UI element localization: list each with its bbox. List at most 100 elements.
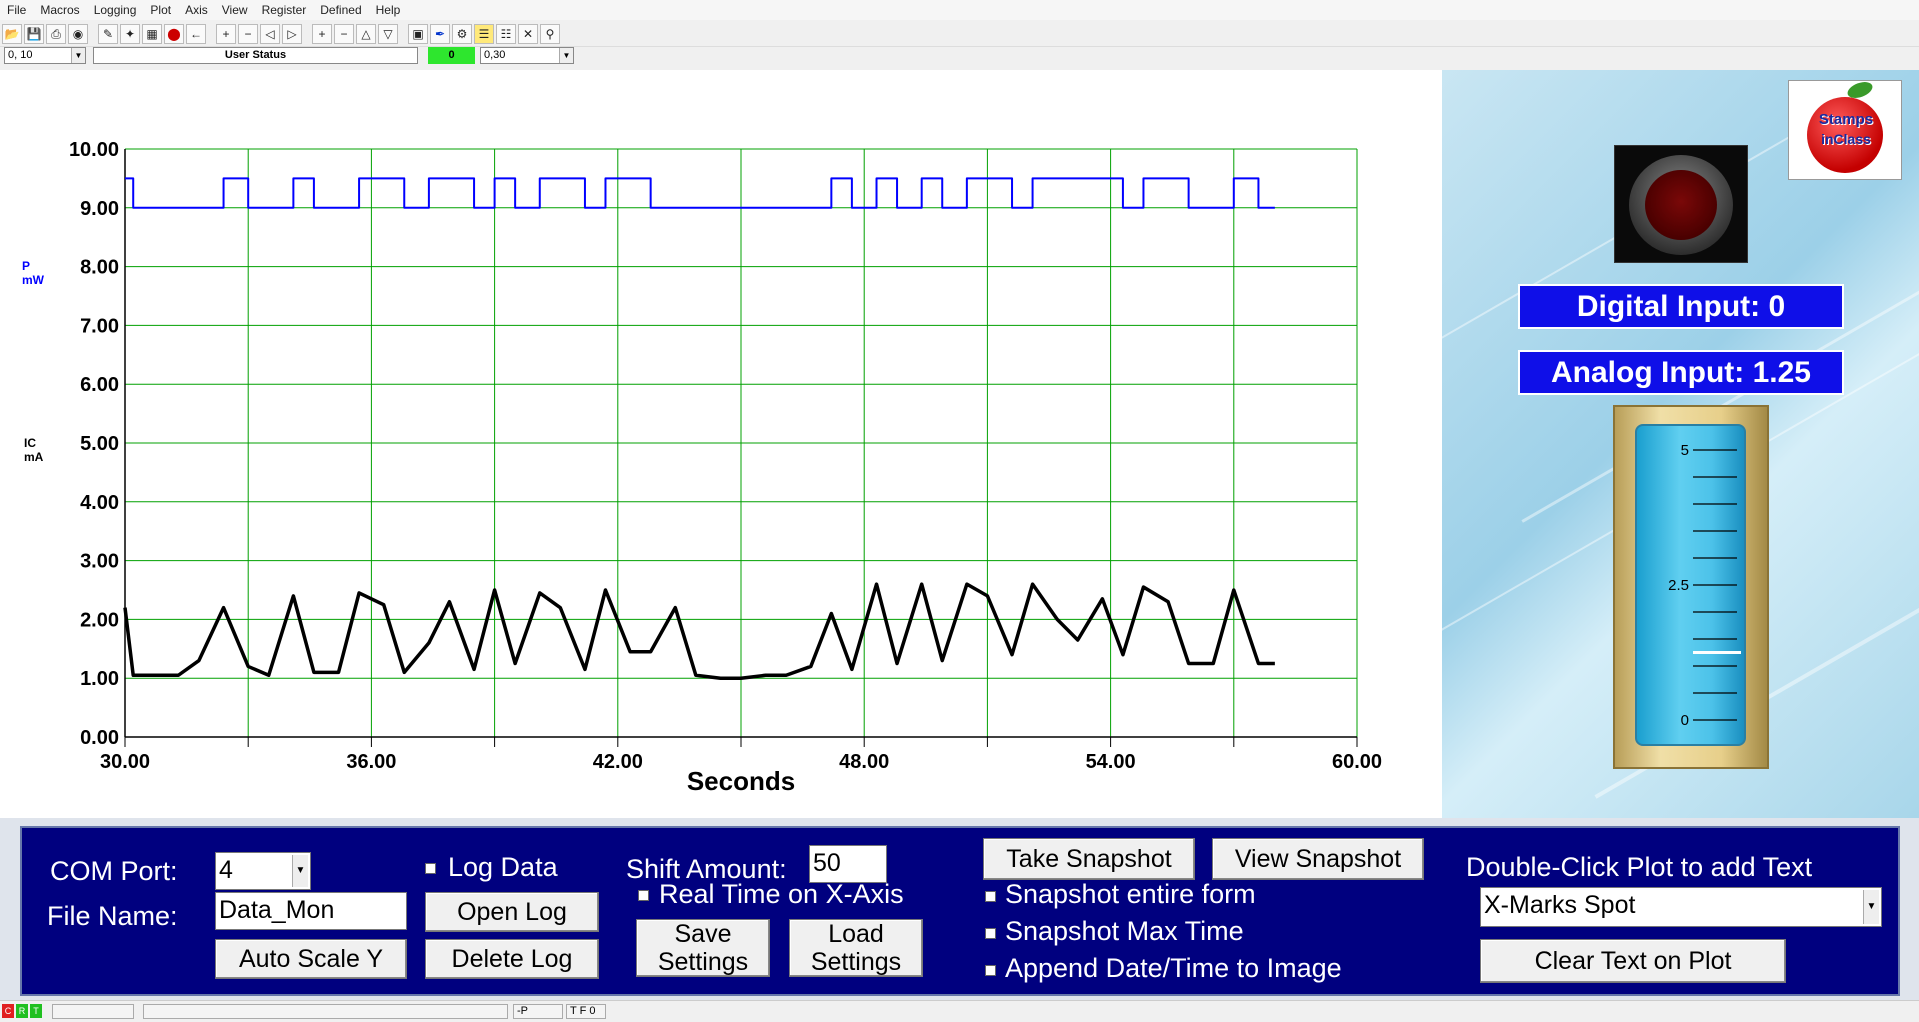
series-line-p <box>125 177 1275 209</box>
clear-text-button[interactable]: Clear Text on Plot <box>1480 939 1786 983</box>
y-tick-label: 6.00 <box>80 374 119 396</box>
file-name-label: File Name: <box>47 901 178 931</box>
y-tick-label: 9.00 <box>80 198 119 220</box>
plot-text-select[interactable]: X-Marks Spot ▼ <box>1480 887 1882 927</box>
real-time-label: Real Time on X-Axis <box>659 879 904 909</box>
shift-x-right-icon[interactable]: ▷ <box>282 23 302 44</box>
led-core <box>1645 170 1717 240</box>
y-tick-label: 5.00 <box>80 433 119 455</box>
stampsinclass-logo: Stamps inClass <box>1788 78 1902 180</box>
zoom-out-y-icon[interactable]: − <box>334 23 354 44</box>
menu-defined[interactable]: Defined <box>313 3 368 17</box>
shift-y-up-icon[interactable]: △ <box>356 23 376 44</box>
combo-right-value: 0,30 <box>484 49 506 61</box>
search-icon[interactable]: ⚲ <box>540 23 560 44</box>
calc-icon[interactable]: ▦ <box>142 23 162 44</box>
menu-bar: File Macros Logging Plot Axis View Regis… <box>0 0 1919 20</box>
series-unit-ic: mA <box>24 450 44 464</box>
y-tick-label: 10.00 <box>69 139 119 161</box>
shift-amount-input[interactable]: 50 <box>809 845 887 883</box>
log-data-checkbox[interactable] <box>425 863 436 874</box>
arrow-left-icon[interactable]: ← <box>186 23 206 44</box>
zoom-in-x-icon[interactable]: + <box>216 23 236 44</box>
snapshot-entire-label: Snapshot entire form <box>1005 879 1256 909</box>
snapshot-entire-checkbox[interactable] <box>985 891 996 902</box>
zoom-out-x-icon[interactable]: − <box>238 23 258 44</box>
plot-area[interactable]: 10.00 9.00 8.00 7.00 6.00 5.00 4.00 3.00 2.00 1.0… <box>0 70 1442 818</box>
status-tf-box: T F 0 <box>566 1004 606 1019</box>
append-date-checkbox[interactable] <box>985 965 996 976</box>
shift-x-left-icon[interactable]: ◁ <box>260 23 280 44</box>
camera-icon[interactable]: ◉ <box>68 23 88 44</box>
status-bar: C R T -P T F 0 <box>0 1000 1919 1022</box>
menu-logging[interactable]: Logging <box>87 3 144 17</box>
digital-led-indicator <box>1614 145 1748 263</box>
menu-help[interactable]: Help <box>369 3 408 17</box>
take-snapshot-button[interactable]: Take Snapshot <box>983 838 1195 880</box>
menu-macros[interactable]: Macros <box>33 3 86 17</box>
app-window: File Macros Logging Plot Axis View Regis… <box>0 0 1919 1022</box>
gauge-min-label: 0 <box>1681 712 1689 729</box>
y-tick-label: 8.00 <box>80 257 119 279</box>
view-snapshot-button[interactable]: View Snapshot <box>1212 838 1424 880</box>
menu-file[interactable]: File <box>0 3 33 17</box>
stop-icon[interactable]: ⬤ <box>164 23 184 44</box>
menu-register[interactable]: Register <box>255 3 314 17</box>
com-port-select[interactable]: 4 ▼ <box>215 852 311 890</box>
menu-axis[interactable]: Axis <box>178 3 215 17</box>
note-icon[interactable]: ☰ <box>474 23 494 44</box>
chevron-down-icon[interactable]: ▼ <box>292 855 308 887</box>
controls-panel: COM Port: 4 ▼ File Name: Data_Mon Auto S… <box>20 826 1900 996</box>
open-icon[interactable]: 📂 <box>2 23 22 44</box>
com-port-value: 4 <box>219 856 233 884</box>
led-c: C <box>2 1004 14 1018</box>
image-icon[interactable]: ▣ <box>408 23 428 44</box>
x-tick-label: 60.00 <box>1332 751 1382 773</box>
save-icon[interactable]: 💾 <box>24 23 44 44</box>
real-time-checkbox[interactable] <box>638 890 649 901</box>
load-settings-button[interactable]: Load Settings <box>789 919 923 977</box>
y-tick-label: 1.00 <box>80 668 119 690</box>
y-tick-label: 2.00 <box>80 609 119 631</box>
series-label-p: P <box>22 259 30 273</box>
gauge-glass: 5 2.5 0 <box>1635 424 1746 746</box>
menu-plot[interactable]: Plot <box>143 3 178 17</box>
delete-log-button[interactable]: Delete Log <box>425 939 599 979</box>
gauge-scale: 52.50 <box>1668 442 1741 729</box>
zoom-in-y-icon[interactable]: + <box>312 23 332 44</box>
toolbar: 📂 💾 ⎙ ◉ ✎ ✦ ▦ ⬤ ← + − ◁ ▷ + − △ ▽ ▣ ✒ ⚙ … <box>0 21 1919 47</box>
x-tick-label: 48.00 <box>839 751 889 773</box>
snapshot-max-checkbox[interactable] <box>985 928 996 939</box>
plot-svg[interactable]: 10.00 9.00 8.00 7.00 6.00 5.00 4.00 3.00 2.00 1.0… <box>0 70 1442 818</box>
menu-view[interactable]: View <box>215 3 255 17</box>
com-port-label: COM Port: <box>50 856 178 886</box>
logo-text-top: Stamps <box>1818 111 1874 128</box>
connect-icon[interactable]: ✦ <box>120 23 140 44</box>
chevron-down-icon[interactable]: ▼ <box>1863 890 1879 924</box>
logo-text-bottom: inClass <box>1821 131 1871 147</box>
x-tick-label: 30.00 <box>100 751 150 773</box>
led-r: R <box>16 1004 28 1018</box>
status-message-box <box>143 1004 508 1019</box>
print-icon[interactable]: ⎙ <box>46 23 66 44</box>
open-log-button[interactable]: Open Log <box>425 892 599 932</box>
shift-y-down-icon[interactable]: ▽ <box>378 23 398 44</box>
y-tick-label: 4.00 <box>80 492 119 514</box>
series-line-ic <box>123 582 1275 680</box>
tool-icon[interactable]: ✕ <box>518 23 538 44</box>
combo-left[interactable]: 0, 10 ▼ <box>4 47 86 64</box>
chevron-down-icon[interactable]: ▼ <box>71 48 85 63</box>
combo-right[interactable]: 0,30 ▼ <box>480 47 574 64</box>
pen-icon[interactable]: ✒ <box>430 23 450 44</box>
gear-icon[interactable]: ⚙ <box>452 23 472 44</box>
series-unit-p: mW <box>22 273 45 287</box>
auto-scale-y-button[interactable]: Auto Scale Y <box>215 939 407 979</box>
log-data-label: Log Data <box>448 852 558 882</box>
document-icon[interactable]: ☷ <box>496 23 516 44</box>
chevron-down-icon[interactable]: ▼ <box>559 48 573 63</box>
save-settings-button[interactable]: Save Settings <box>636 919 770 977</box>
file-name-input[interactable]: Data_Mon <box>215 892 407 930</box>
analog-gauge: 5 2.5 0 <box>1613 405 1769 769</box>
led-t: T <box>30 1004 42 1018</box>
wand-icon[interactable]: ✎ <box>98 23 118 44</box>
